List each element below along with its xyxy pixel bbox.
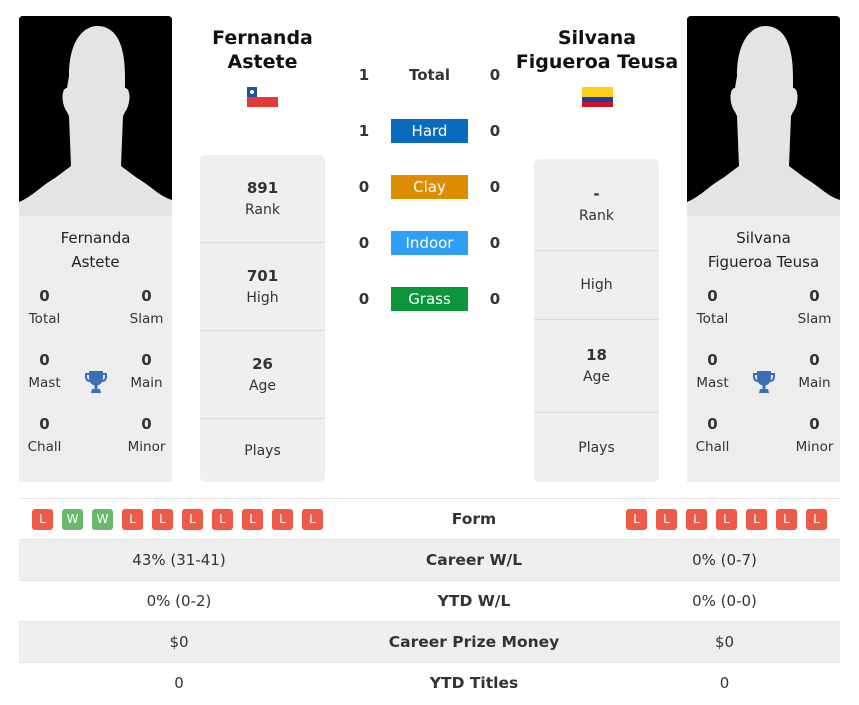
- silhouette-icon: [687, 16, 840, 216]
- surface-indoor-badge[interactable]: Indoor: [391, 231, 468, 255]
- career-wl-row: 43% (31-41) Career W/L 0% (0-7): [19, 539, 840, 580]
- player2-plays: Plays: [578, 439, 615, 456]
- player1-career-wl: 43% (31-41): [132, 551, 226, 569]
- player2-titles-slam: 0 Slam: [797, 287, 832, 327]
- h2h-total-label: Total: [409, 66, 450, 84]
- player2-ytd-titles: 0: [719, 674, 730, 692]
- form-row: LWWLLLLLLL Form LLLLLLL: [19, 498, 840, 539]
- form-loss-badge[interactable]: L: [716, 508, 737, 530]
- prize-money-row: $0 Career Prize Money $0: [19, 621, 840, 662]
- form-win-badge[interactable]: W: [62, 508, 83, 530]
- player2-high: High: [534, 251, 659, 320]
- ytd-wl-label: YTD W/L: [437, 592, 511, 610]
- surface-clay-badge[interactable]: Clay: [391, 175, 468, 199]
- trophy-icon: [738, 350, 789, 414]
- form-loss-badge[interactable]: L: [182, 508, 203, 530]
- player1-card: Fernanda Astete 0 Total 0 Slam 0 Mast 0 Main…: [19, 216, 172, 482]
- player1-photo: [19, 16, 172, 216]
- surface-grass-badge[interactable]: Grass: [391, 287, 468, 311]
- h2h-clay-row: 0 Clay 0: [345, 175, 515, 199]
- player1-titles-main: 0 Main: [130, 351, 163, 391]
- player2-titles-main: 0 Main: [798, 351, 831, 391]
- form-loss-badge[interactable]: L: [212, 508, 233, 530]
- career-wl-label: Career W/L: [425, 551, 523, 569]
- player1-prize: $0: [169, 633, 189, 651]
- h2h-hard-row: 1 Hard 0: [345, 119, 515, 143]
- form-loss-badge[interactable]: L: [806, 508, 827, 530]
- player1-titles-chall: 0 Chall: [27, 415, 62, 455]
- player2-card: Silvana Figueroa Teusa 0 Total 0 Slam 0 Mas…: [687, 216, 840, 482]
- chile-flag-icon: [247, 87, 278, 107]
- form-loss-badge[interactable]: L: [686, 508, 707, 530]
- ytd-wl-row: 0% (0-2) YTD W/L 0% (0-0): [19, 580, 840, 621]
- form-label: Form: [451, 510, 497, 528]
- form-loss-badge[interactable]: L: [272, 508, 293, 530]
- player2-age: 18 Age: [534, 320, 659, 413]
- form-loss-badge[interactable]: L: [656, 508, 677, 530]
- player2-name-heading[interactable]: Silvana Figueroa Teusa: [508, 26, 686, 74]
- player2-titles-chall: 0 Chall: [695, 415, 730, 455]
- player1-titles-mast: 0 Mast: [28, 351, 61, 391]
- player2-rank: - Rank: [534, 159, 659, 251]
- player2-form: LLLLLLL: [609, 508, 840, 530]
- h2h-total-row: 1 Total 0: [345, 63, 515, 87]
- form-loss-badge[interactable]: L: [152, 508, 173, 530]
- player1-age: 26 Age: [200, 331, 325, 419]
- form-loss-badge[interactable]: L: [32, 508, 53, 530]
- form-win-badge[interactable]: W: [92, 508, 113, 530]
- colombia-flag-icon: [582, 87, 613, 107]
- surface-hard-badge[interactable]: Hard: [391, 119, 468, 143]
- player1-card-name: Fernanda Astete: [60, 229, 131, 271]
- prize-label: Career Prize Money: [388, 633, 560, 651]
- player1-plays: Plays: [244, 442, 281, 459]
- player1-ytd-wl: 0% (0-2): [146, 592, 212, 610]
- h2h-grass-row: 0 Grass 0: [345, 287, 515, 311]
- form-loss-badge[interactable]: L: [242, 508, 263, 530]
- player1-titles-minor: 0 Minor: [127, 415, 166, 455]
- player2-career-wl: 0% (0-7): [692, 551, 757, 569]
- comparison-table: LWWLLLLLLL Form LLLLLLL 43% (31-41) Care…: [19, 498, 840, 703]
- player2-card-name: Silvana Figueroa Teusa: [707, 229, 820, 271]
- player2-prize: $0: [714, 633, 735, 651]
- form-loss-badge[interactable]: L: [122, 508, 143, 530]
- form-loss-badge[interactable]: L: [302, 508, 323, 530]
- player1-form: LWWLLLLLLL: [19, 508, 339, 530]
- player1-high: 701 High: [200, 243, 325, 331]
- player2-titles-total: 0 Total: [696, 287, 729, 327]
- player2-ytd-wl: 0% (0-0): [692, 592, 757, 610]
- form-loss-badge[interactable]: L: [776, 508, 797, 530]
- form-loss-badge[interactable]: L: [746, 508, 767, 530]
- form-loss-badge[interactable]: L: [626, 508, 647, 530]
- player1-name-heading[interactable]: Fernanda Astete: [190, 26, 335, 74]
- player2-titles-minor: 0 Minor: [795, 415, 834, 455]
- player2-stats: - Rank High 18 Age Plays: [534, 159, 659, 482]
- player1-titles-total: 0 Total: [28, 287, 61, 327]
- ytd-titles-row: 0 YTD Titles 0: [19, 662, 840, 703]
- player2-photo: [687, 16, 840, 216]
- ytd-titles-label: YTD Titles: [429, 674, 519, 692]
- player1-titles-slam: 0 Slam: [129, 287, 164, 327]
- silhouette-icon: [19, 16, 172, 216]
- trophy-icon: [70, 350, 121, 414]
- player2-titles-mast: 0 Mast: [696, 351, 729, 391]
- h2h-indoor-row: 0 Indoor 0: [345, 231, 515, 255]
- player1-rank: 891 Rank: [200, 155, 325, 243]
- player1-ytd-titles: 0: [174, 674, 184, 692]
- player1-stats: 891 Rank 701 High 26 Age Plays: [200, 155, 325, 482]
